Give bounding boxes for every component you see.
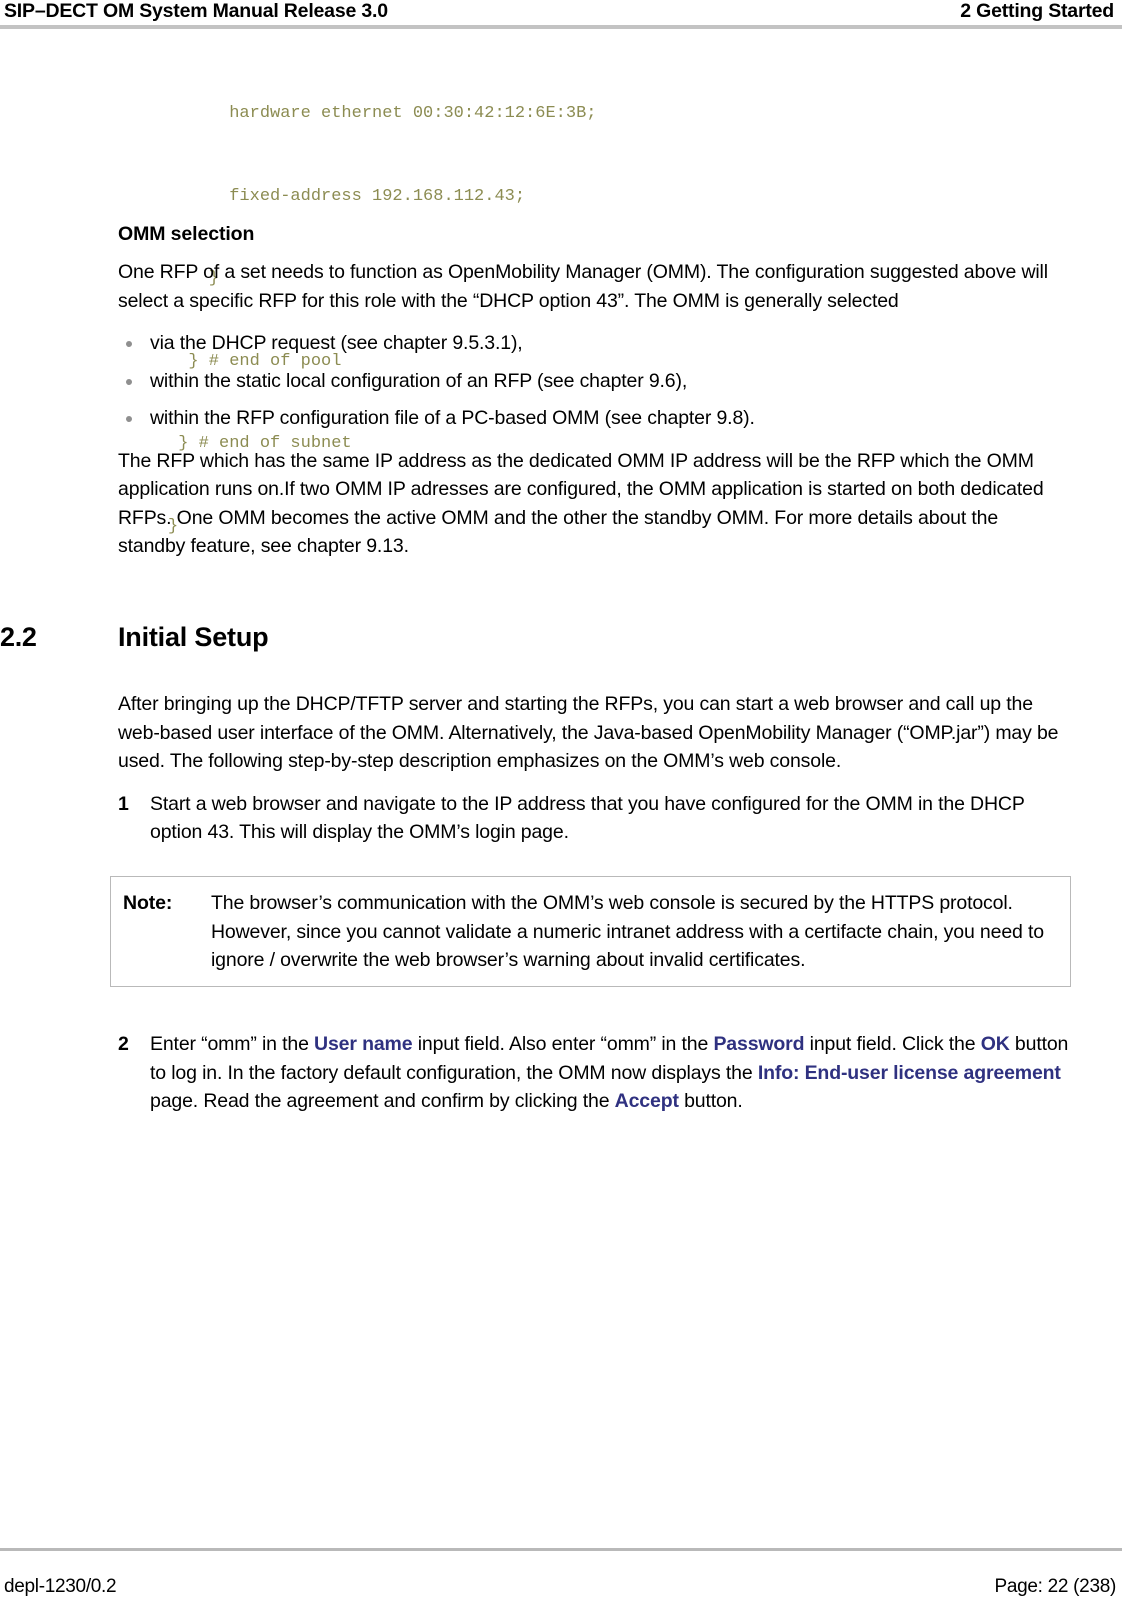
section-heading-initial-setup: 2.2 Initial Setup (0, 622, 1000, 653)
page-header: SIP–DECT OM System Manual Release 3.0 2 … (0, 0, 1122, 28)
ui-term-label: User name (314, 1033, 413, 1055)
header-manual-title: SIP–DECT OM System Manual Release 3.0 (4, 0, 388, 22)
initial-setup-step-list-part2: 2 Enter “omm” in the User name input fie… (118, 1030, 1070, 1126)
omm-selection-bullet-list: via the DHCP request (see chapter 9.5.3.… (118, 329, 1070, 433)
list-item: within the RFP configuration file of a P… (118, 404, 1070, 433)
code-line: fixed-address 192.168.112.43; (168, 186, 526, 206)
note-text: The browser’s communication with the OMM… (211, 892, 1044, 971)
step-number: 2 (118, 1033, 129, 1055)
omm-selection-intro-paragraph: One RFP of a set needs to function as Op… (118, 261, 1048, 312)
step-text-segment: button. (678, 1090, 743, 1112)
initial-setup-intro-paragraph: After bringing up the DHCP/TFTP server a… (118, 693, 1059, 772)
omm-selection-heading: OMM selection (118, 223, 255, 245)
list-item-label: within the static local configuration of… (150, 369, 688, 392)
page-footer: depl-1230/0.2 Page: 22 (238) (0, 1569, 1122, 1603)
header-chapter-title: 2 Getting Started (960, 0, 1114, 22)
bullet-dot-icon (126, 416, 132, 422)
step-text-segment: input field. Click the (804, 1033, 981, 1055)
bullet-dot-icon (126, 378, 132, 385)
step-text: Start a web browser and navigate to the … (150, 792, 1025, 844)
section-number: 2.2 (0, 622, 37, 652)
omm-selection-closing-paragraph: The RFP which has the same IP address as… (118, 449, 1044, 558)
list-item-step-2: 2 Enter “omm” in the User name input fie… (118, 1030, 1070, 1116)
step-list: 2 Enter “omm” in the User name input fie… (118, 1030, 1070, 1116)
code-line: hardware ethernet 00:30:42:12:6E:3B; (168, 104, 597, 123)
omm-selection-section: OMM selection One RFP of a set needs to … (118, 222, 1070, 575)
ui-term-label: Accept (614, 1090, 679, 1112)
list-item: within the static local configuration of… (118, 367, 1070, 396)
step-text: Enter “omm” in the User name input field… (150, 1033, 1068, 1112)
footer-divider (0, 1548, 1122, 1551)
ui-term-label: Password (713, 1033, 805, 1055)
note-label: Note: (123, 892, 173, 914)
list-item-label: within the RFP configuration file of a P… (150, 407, 755, 429)
header-divider (0, 25, 1122, 29)
list-item: via the DHCP request (see chapter 9.5.3.… (118, 329, 1070, 358)
section-title: Initial Setup (118, 622, 269, 652)
note-callout-box: Note: The browser’s communication with t… (110, 876, 1071, 987)
footer-document-id: depl-1230/0.2 (4, 1575, 117, 1597)
step-text-segment: page. Read the agreement and confirm by … (150, 1090, 615, 1112)
initial-setup-step-list-part1: 1 Start a web browser and navigate to th… (118, 790, 1070, 847)
document-page: SIP–DECT OM System Manual Release 3.0 2 … (0, 0, 1122, 1609)
bullet-dot-icon (126, 341, 132, 347)
initial-setup-body: After bringing up the DHCP/TFTP server a… (118, 690, 1070, 857)
ui-term-label: OK (980, 1033, 1010, 1055)
step-text-segment: input field. Also enter “omm” in the (412, 1033, 714, 1055)
footer-page-number: Page: 22 (238) (994, 1575, 1117, 1597)
step-number: 1 (118, 792, 129, 815)
list-item-step-1: 1 Start a web browser and navigate to th… (118, 790, 1070, 847)
list-item-label: via the DHCP request (see chapter 9.5.3.… (150, 332, 523, 354)
ui-term-label: Info: End-user license agreement (757, 1061, 1061, 1084)
step-text-segment: Enter “omm” in the (150, 1033, 315, 1055)
